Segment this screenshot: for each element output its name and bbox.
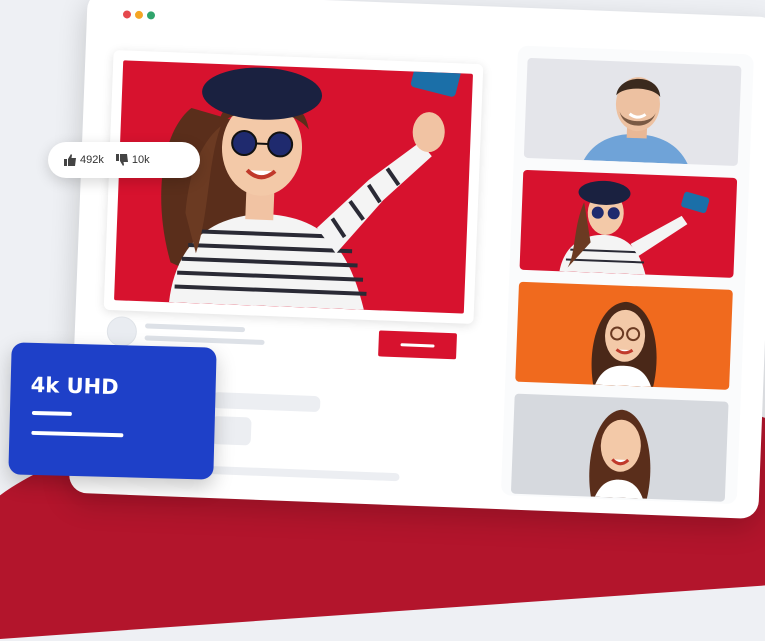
reactions-pill: 492k 10k [48, 142, 200, 178]
video-title-placeholder [145, 335, 265, 345]
dislike-group[interactable]: 10k [116, 154, 150, 166]
channel-avatar[interactable] [106, 316, 137, 347]
maximize-dot-icon[interactable] [147, 11, 155, 19]
recommended-video-thumbnail[interactable] [524, 58, 742, 166]
quality-badge-card: 4k UHD [8, 342, 216, 479]
recommended-video-thumbnail[interactable] [520, 170, 738, 278]
description-placeholder [212, 392, 321, 412]
woman-glasses-image [515, 282, 733, 390]
quality-label: 4k UHD [30, 373, 119, 399]
main-video-frame [104, 50, 484, 324]
channel-name-placeholder [145, 323, 245, 332]
selfie-woman-illustration [114, 60, 473, 313]
man-smiling-image [524, 58, 742, 166]
main-video[interactable] [114, 60, 473, 313]
thumbs-down-icon [116, 154, 128, 166]
window-controls [123, 10, 155, 19]
badge-line-long [31, 431, 123, 437]
badge-line-short [32, 411, 72, 416]
recommended-video-thumbnail[interactable] [515, 282, 733, 390]
subscribe-button-label-line [400, 343, 434, 347]
like-count: 492k [80, 154, 104, 166]
like-group[interactable]: 492k [64, 154, 104, 166]
minimize-dot-icon[interactable] [135, 11, 143, 19]
woman-smiling-image [511, 394, 729, 502]
dislike-count: 10k [132, 154, 150, 166]
close-dot-icon[interactable] [123, 10, 131, 18]
subscribe-button[interactable] [378, 330, 457, 359]
recommended-video-thumbnail[interactable] [511, 394, 729, 502]
woman-selfie-image [520, 170, 738, 278]
recommended-videos-column [501, 45, 754, 504]
comment-placeholder [211, 416, 252, 446]
thumbs-up-icon [64, 154, 76, 166]
